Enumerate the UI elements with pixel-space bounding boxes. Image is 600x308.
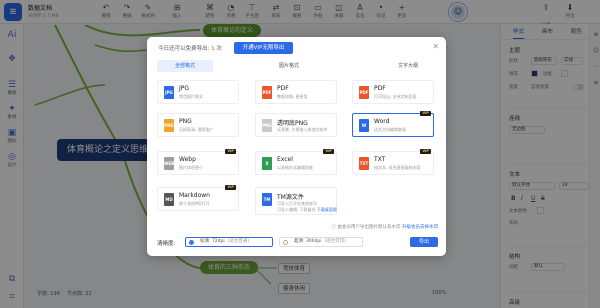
format-card-tm-source[interactable]: TM TM源文件 可导入打开在其他账号 可导入编辑, 下载备份 下载桌面版 [255, 187, 337, 215]
export-quota: 今日还可以免费导出: 1 次 [158, 46, 222, 52]
format-card-jpg[interactable]: JPG JPG 常用图片格式 [157, 80, 239, 104]
vip-badge: VIP [323, 149, 334, 154]
radio-icon [283, 240, 288, 245]
format-tabs: 全部格式 图片格式 文字大纲 [157, 60, 436, 72]
vip-badge: VIP [420, 111, 431, 116]
open-vip-button[interactable]: 开通VIP无限导出 [234, 42, 293, 54]
close-icon[interactable]: ✕ [432, 42, 439, 51]
quota-count: 1 [211, 46, 215, 52]
upgrade-remove-watermark-link[interactable]: 升级会员去掉水印 [402, 225, 438, 230]
resolution-option-standard[interactable]: 标清: 72dpi (适合普通) [185, 237, 273, 247]
resolution-option-hd[interactable]: 超清: 300dpi (适合打印) [279, 237, 363, 247]
tab-text-outline[interactable]: 文字大纲 [380, 60, 436, 72]
vip-badge: VIP [420, 149, 431, 154]
vip-badge: VIP [225, 185, 236, 190]
tab-image-formats[interactable]: 图片格式 [261, 60, 317, 72]
txt-file-icon: TXT [359, 157, 369, 170]
png-file-icon: PNG [164, 119, 174, 132]
resolution-label: 清晰度: [157, 241, 176, 247]
format-card-webp[interactable]: WEB Webp 图片体积更小 VIP [157, 149, 239, 175]
markdown-file-icon: MD [164, 193, 174, 206]
export-button[interactable]: 导出 [410, 237, 438, 247]
format-card-png[interactable]: PNG PNG 无损高清, 通用推广 [157, 113, 239, 137]
format-card-pdf[interactable]: PDF PDF 整版排版, 更易用 [255, 80, 337, 104]
format-card-transparent-png[interactable]: PNG 透明底PNG 无背景, 方便放入其他文档中 [255, 113, 337, 137]
format-card-pdf-print[interactable]: PDF PDF 打印导出, 支持定制页面 [352, 80, 434, 104]
pdf-file-icon: PDF [262, 86, 272, 99]
pdf-file-icon: PDF [359, 86, 369, 99]
tm-file-icon: TM [262, 193, 272, 206]
png-file-icon: PNG [262, 119, 272, 132]
jpg-file-icon: JPG [164, 86, 174, 99]
webp-file-icon: WEB [164, 157, 174, 170]
radio-icon [189, 240, 194, 245]
export-dialog: 今日还可以免费导出: 1 次 开通VIP无限导出 ✕ 全部格式 图片格式 文字大… [147, 37, 446, 256]
format-card-word[interactable]: W Word 适合文档编辑查阅 VIP [352, 111, 434, 137]
excel-file-icon: X [262, 157, 272, 170]
format-card-excel[interactable]: X Excel 以表格形式编辑思维 VIP [255, 149, 337, 175]
format-card-txt[interactable]: TXT TXT 纯文本, 适合直接复制内容 VIP [352, 149, 434, 175]
tab-all-formats[interactable]: 全部格式 [157, 60, 213, 72]
vip-badge: VIP [225, 149, 236, 154]
word-file-icon: W [359, 119, 369, 132]
format-card-markdown[interactable]: MD Markdown 便于其他MD打开 VIP [157, 185, 239, 211]
watermark-note: ⓘ 由会员用户导出图片默认有水印 升级会员去掉水印 [331, 225, 438, 230]
download-desktop-link[interactable]: 下载桌面版 [317, 207, 337, 212]
